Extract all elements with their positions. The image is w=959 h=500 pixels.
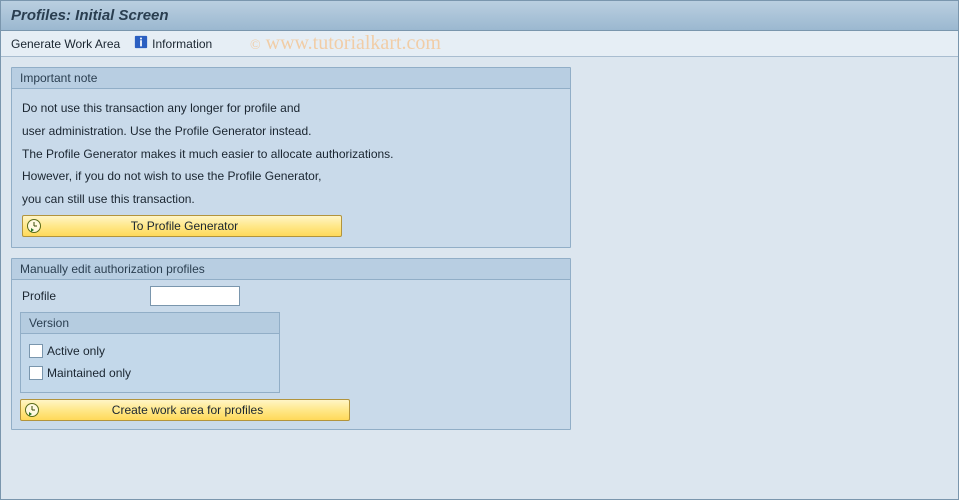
version-group-header: Version (21, 313, 279, 334)
clock-execute-icon (24, 402, 40, 418)
information-label: Information (152, 37, 212, 51)
note-line: However, if you do not wish to use the P… (22, 165, 560, 188)
information-menu[interactable]: Information (134, 35, 212, 52)
active-only-label: Active only (47, 344, 105, 358)
note-line: you can still use this transaction. (22, 188, 560, 211)
create-work-area-button[interactable]: Create work area for profiles (20, 399, 350, 421)
version-group: Version Active only Maintained only (20, 312, 280, 393)
note-text: Do not use this transaction any longer f… (22, 97, 560, 211)
note-line: user administration. Use the Profile Gen… (22, 120, 560, 143)
active-only-checkbox[interactable]: Active only (29, 340, 271, 362)
important-note-panel: Important note Do not use this transacti… (11, 67, 571, 248)
generate-work-area-label: Generate Work Area (11, 37, 120, 51)
title-bar: Profiles: Initial Screen (1, 1, 958, 31)
maintained-only-label: Maintained only (47, 366, 131, 380)
manual-edit-panel: Manually edit authorization profiles Pro… (11, 258, 571, 430)
maintained-only-checkbox[interactable]: Maintained only (29, 362, 271, 384)
checkbox-box-icon (29, 344, 43, 358)
manual-edit-header: Manually edit authorization profiles (12, 259, 570, 280)
toolbar: Generate Work Area Information (1, 31, 958, 57)
profile-row: Profile (12, 280, 570, 312)
note-line: Do not use this transaction any longer f… (22, 97, 560, 120)
important-note-header: Important note (12, 68, 570, 89)
profile-label: Profile (22, 289, 142, 303)
to-profile-generator-button[interactable]: To Profile Generator (22, 215, 342, 237)
note-line: The Profile Generator makes it much easi… (22, 143, 560, 166)
profile-input[interactable] (150, 286, 240, 306)
create-work-area-label: Create work area for profiles (46, 403, 345, 417)
to-profile-generator-label: To Profile Generator (48, 219, 337, 233)
checkbox-box-icon (29, 366, 43, 380)
clock-execute-icon (26, 218, 42, 234)
page-title: Profiles: Initial Screen (11, 7, 169, 24)
info-icon (134, 35, 148, 52)
generate-work-area-menu[interactable]: Generate Work Area (11, 37, 120, 51)
